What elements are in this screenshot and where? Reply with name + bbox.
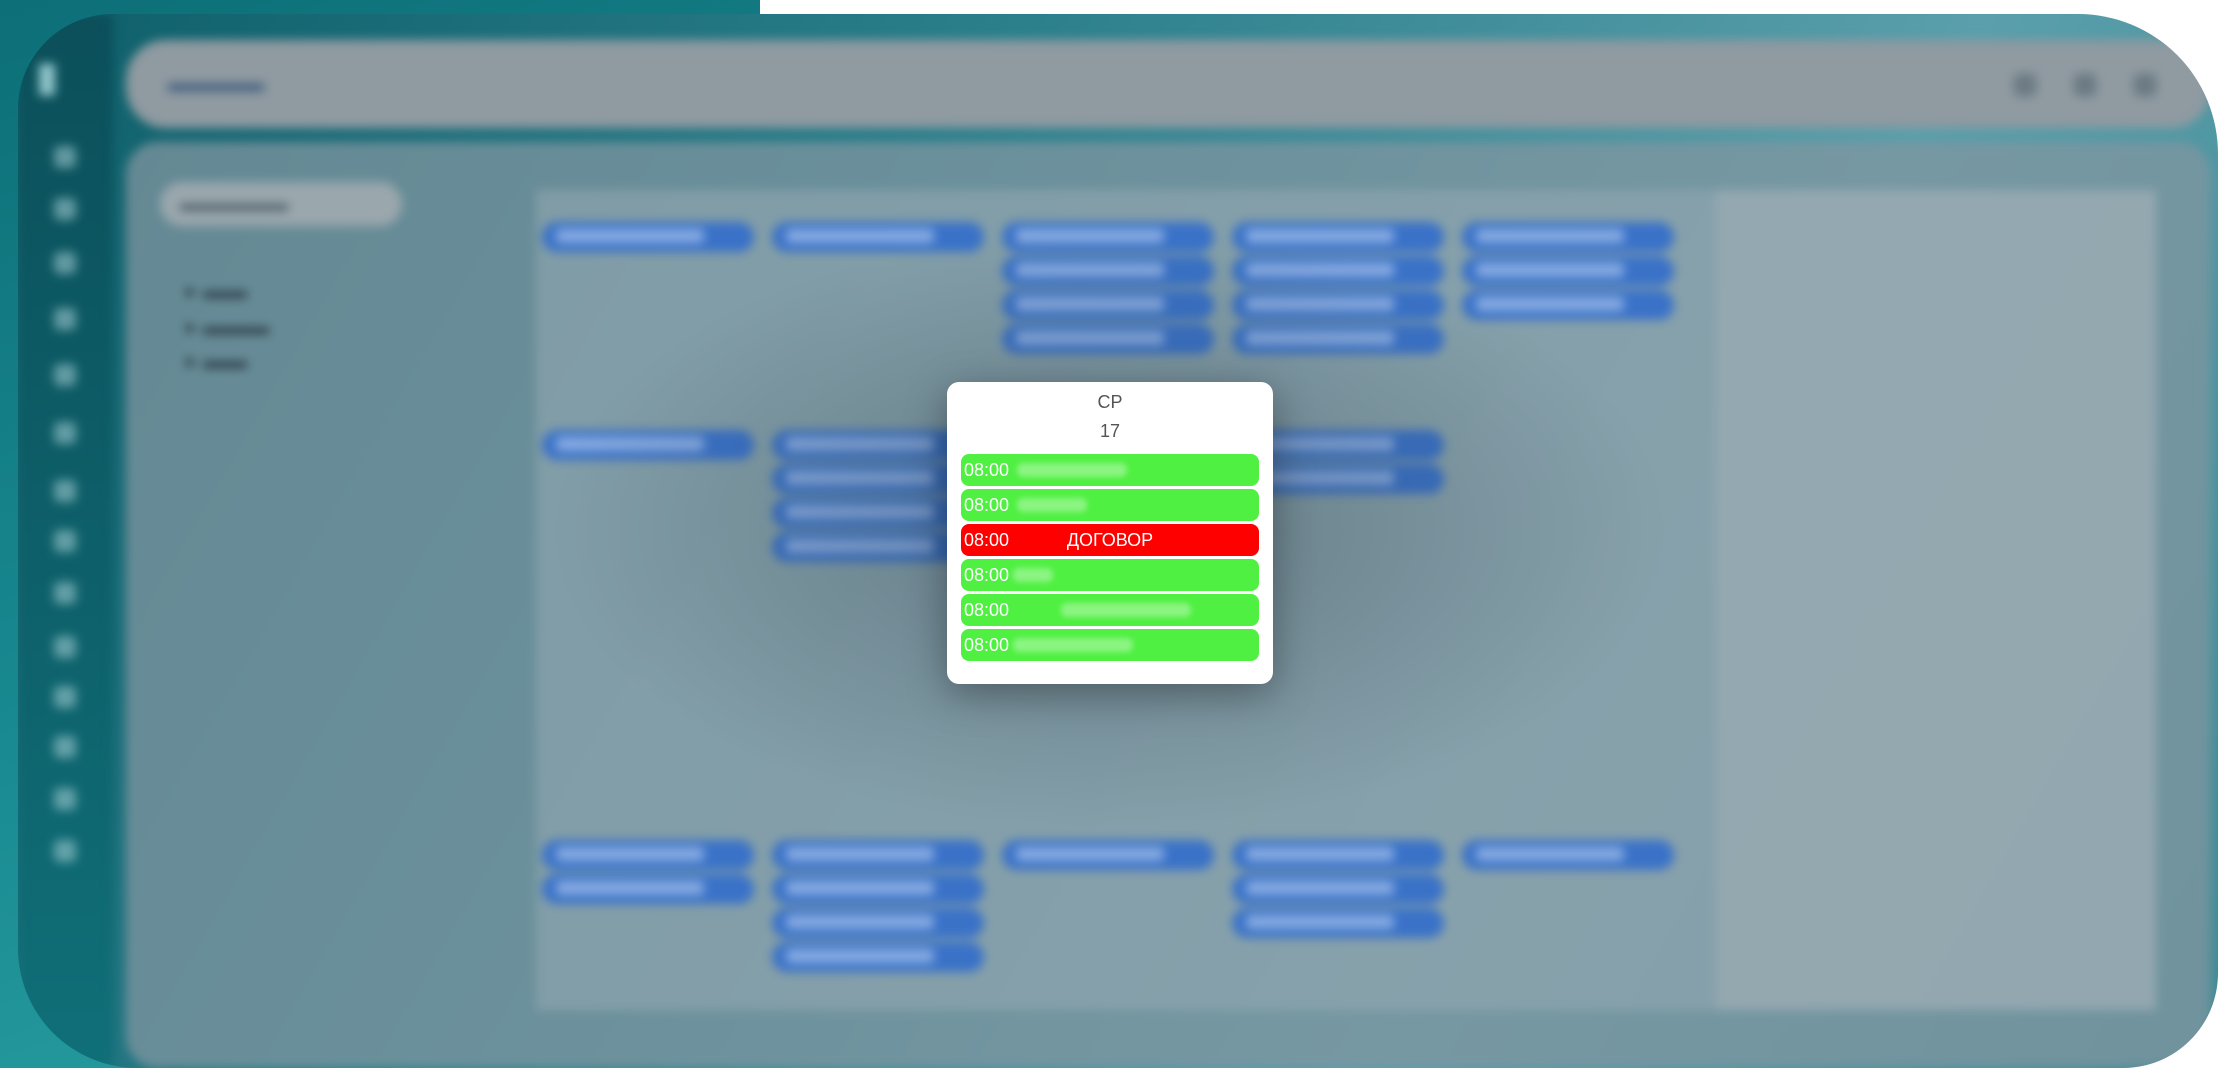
event-item[interactable]: 08:00: [961, 629, 1259, 661]
event-item[interactable]: 08:00: [961, 594, 1259, 626]
redacted-title: [1017, 498, 1087, 512]
redacted-title: [1017, 463, 1127, 477]
redacted-title: [1013, 638, 1133, 652]
event-time: 08:00: [964, 635, 1010, 655]
event-item[interactable]: 08:00: [961, 489, 1259, 521]
event-time: 08:00: [964, 565, 1010, 585]
event-item[interactable]: 08:00 ДОГОВОР: [961, 524, 1259, 556]
popup-day-number: 17: [1099, 421, 1121, 441]
event-time: 08:00: [964, 600, 1010, 620]
redacted-title: [1013, 568, 1053, 582]
event-time: 08:00: [964, 495, 1010, 515]
event-item[interactable]: 08:00: [961, 559, 1259, 591]
popup-weekday: СР: [1097, 392, 1123, 412]
redacted-title: [1061, 603, 1191, 617]
day-events-popup: СР 17 08:00 08:00 08:00 ДОГОВОР 08:00 08…: [947, 382, 1273, 684]
event-time: 08:00: [964, 460, 1010, 480]
event-title: ДОГОВОР: [1066, 530, 1154, 550]
event-list: 08:00 08:00 08:00 ДОГОВОР 08:00 08:00 08…: [961, 454, 1259, 664]
event-item[interactable]: 08:00: [961, 454, 1259, 486]
